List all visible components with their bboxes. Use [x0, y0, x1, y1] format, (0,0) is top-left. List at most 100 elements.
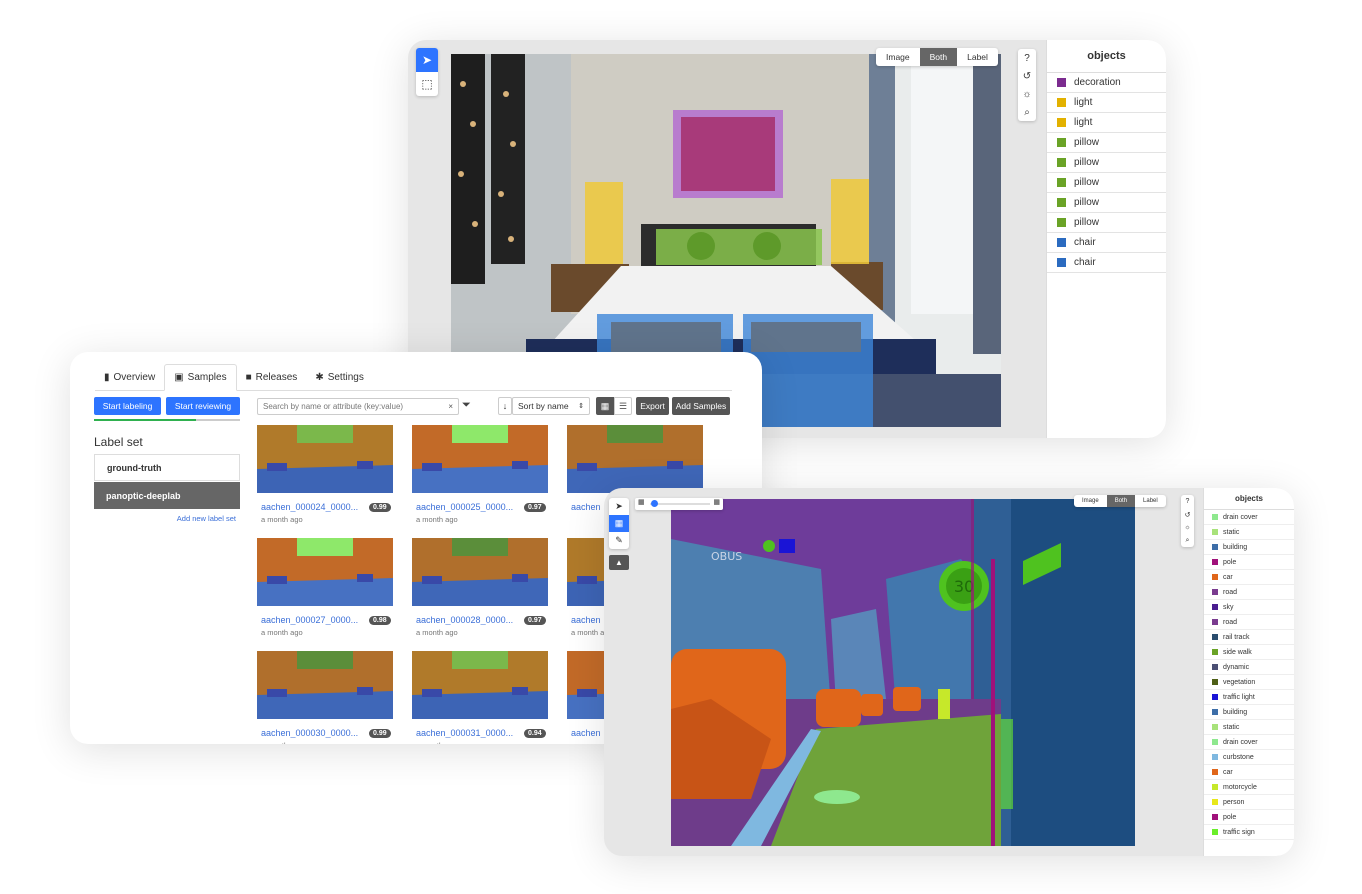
object-item[interactable]: light	[1047, 113, 1166, 133]
object-item[interactable]: car	[1204, 570, 1294, 585]
sample-thumbnail[interactable]	[257, 538, 393, 606]
search-input[interactable]: Search by name or attribute (key:value) …	[257, 398, 459, 415]
brightness-icon[interactable]: ☼	[1018, 85, 1036, 103]
object-item[interactable]: sky	[1204, 600, 1294, 615]
object-label: pole	[1223, 813, 1237, 821]
tab-releases[interactable]: ■ Releases	[237, 364, 307, 390]
sample-thumbnail[interactable]	[257, 651, 393, 719]
undo-icon[interactable]: ↺	[1018, 67, 1036, 85]
object-item[interactable]: pillow	[1047, 133, 1166, 153]
objects-list: decoration light light pillow pillow pillow pi…	[1047, 73, 1166, 273]
sample-name[interactable]: aachen_000030_0000...	[261, 728, 366, 738]
undo-icon[interactable]: ↺	[1181, 508, 1194, 521]
zoom-icon[interactable]: ⌕	[1181, 534, 1194, 547]
export-button[interactable]: Export	[636, 397, 669, 415]
help-icon[interactable]: ?	[1181, 495, 1194, 508]
select-tool-icon[interactable]: ➤	[416, 48, 438, 72]
sort-select[interactable]: Sort by name ⇕	[512, 397, 590, 415]
tab-overview[interactable]: ▮ Overview	[95, 364, 164, 390]
object-color-swatch	[1212, 529, 1218, 535]
object-item[interactable]: chair	[1047, 253, 1166, 273]
object-item[interactable]: pillow	[1047, 173, 1166, 193]
brightness-icon[interactable]: ☼	[1181, 521, 1194, 534]
object-item[interactable]: building	[1204, 705, 1294, 720]
help-icon[interactable]: ?	[1018, 49, 1036, 67]
sample-card[interactable]: aachen_000024_0000... 0.99 a month ago	[257, 425, 393, 528]
storefront-text: OBUS	[711, 550, 742, 563]
object-item[interactable]: drain cover	[1204, 735, 1294, 750]
score-badge: 0.94	[524, 728, 546, 738]
label-set-panoptic-deeplab[interactable]: panoptic-deeplab	[94, 482, 240, 509]
object-item[interactable]: curbstone	[1204, 750, 1294, 765]
object-label: pillow	[1074, 137, 1100, 148]
object-item[interactable]: static	[1204, 525, 1294, 540]
object-item[interactable]: traffic light	[1204, 690, 1294, 705]
view-image-button[interactable]: Image	[1074, 495, 1107, 507]
object-item[interactable]: person	[1204, 795, 1294, 810]
tab-settings[interactable]: ✱ Settings	[306, 364, 373, 390]
object-item[interactable]: road	[1204, 615, 1294, 630]
sample-thumbnail[interactable]	[412, 651, 548, 719]
object-item[interactable]: building	[1204, 540, 1294, 555]
filter-icon[interactable]: ⏷	[462, 399, 471, 412]
object-item[interactable]: light	[1047, 93, 1166, 113]
sample-name[interactable]: aachen_000024_0000...	[261, 502, 366, 512]
sample-name[interactable]: aachen_000027_0000...	[261, 615, 366, 625]
object-item[interactable]: pole	[1204, 810, 1294, 825]
view-label-button[interactable]: Label	[1135, 495, 1166, 507]
object-item[interactable]: chair	[1047, 233, 1166, 253]
object-item[interactable]: pillow	[1047, 213, 1166, 233]
object-item[interactable]: road	[1204, 585, 1294, 600]
sort-direction-icon[interactable]: ↓	[498, 397, 512, 415]
object-item[interactable]: decoration	[1047, 73, 1166, 93]
sample-card[interactable]: aachen_000025_0000... 0.97 a month ago	[412, 425, 548, 528]
object-item[interactable]: dynamic	[1204, 660, 1294, 675]
view-image-button[interactable]: Image	[876, 48, 920, 66]
object-item[interactable]: side walk	[1204, 645, 1294, 660]
sample-card[interactable]: aachen_000031_0000...0.94 a month ago	[412, 651, 548, 744]
sample-thumbnail[interactable]	[567, 425, 703, 493]
tool-palette: ➤ ⬚	[416, 48, 438, 96]
object-item[interactable]: vegetation	[1204, 675, 1294, 690]
grid-tool-icon[interactable]: ▦	[609, 515, 629, 532]
sample-name[interactable]: aachen_000028_0000...	[416, 615, 521, 625]
object-item[interactable]: motorcycle	[1204, 780, 1294, 795]
brush-tool-icon[interactable]: ✎	[609, 532, 629, 549]
start-labeling-button[interactable]: Start labeling	[94, 397, 161, 415]
tab-samples[interactable]: ▣ Samples	[164, 364, 237, 391]
object-item[interactable]: drain cover	[1204, 510, 1294, 525]
object-item[interactable]: pole	[1204, 555, 1294, 570]
object-item[interactable]: car	[1204, 765, 1294, 780]
view-both-button[interactable]: Both	[919, 48, 958, 66]
clear-search-icon[interactable]: ×	[448, 402, 453, 411]
object-color-swatch	[1212, 709, 1218, 715]
label-set-ground-truth[interactable]: ground-truth	[94, 454, 240, 481]
sample-card[interactable]: aachen_000030_0000...0.99 a month ago	[257, 651, 393, 744]
sample-card[interactable]: aachen_000028_0000... 0.97 a month ago	[412, 538, 548, 641]
object-item[interactable]: pillow	[1047, 153, 1166, 173]
street-image[interactable]: 30 OBUS	[671, 499, 1135, 846]
add-label-set-link[interactable]: Add new label set	[94, 514, 236, 523]
opacity-slider[interactable]: ▦ ▦	[635, 498, 723, 510]
select-tool-icon[interactable]: ➤	[609, 498, 629, 515]
object-item[interactable]: traffic sign	[1204, 825, 1294, 840]
start-reviewing-button[interactable]: Start reviewing	[166, 397, 240, 415]
zoom-icon[interactable]: ⌕	[1018, 103, 1036, 121]
sample-thumbnail[interactable]	[412, 538, 548, 606]
list-view-icon[interactable]: ☰	[614, 397, 632, 415]
bbox-tool-icon[interactable]: ⬚	[416, 72, 438, 96]
sample-name[interactable]: aachen_000031_0000...	[416, 728, 521, 738]
sample-name[interactable]: aachen_000025_0000...	[416, 502, 521, 512]
object-item[interactable]: rail track	[1204, 630, 1294, 645]
view-both-button[interactable]: Both	[1106, 495, 1136, 507]
lock-icon[interactable]: ▲	[609, 555, 629, 570]
sample-card[interactable]: aachen_000027_0000... 0.98 a month ago	[257, 538, 393, 641]
add-samples-button[interactable]: Add Samples	[672, 397, 730, 415]
object-item[interactable]: pillow	[1047, 193, 1166, 213]
view-label-button[interactable]: Label	[957, 48, 998, 66]
sample-thumbnail[interactable]	[412, 425, 548, 493]
sample-thumbnail[interactable]	[257, 425, 393, 493]
slider-handle[interactable]	[651, 500, 658, 507]
grid-view-icon[interactable]: ▦	[596, 397, 614, 415]
object-item[interactable]: static	[1204, 720, 1294, 735]
